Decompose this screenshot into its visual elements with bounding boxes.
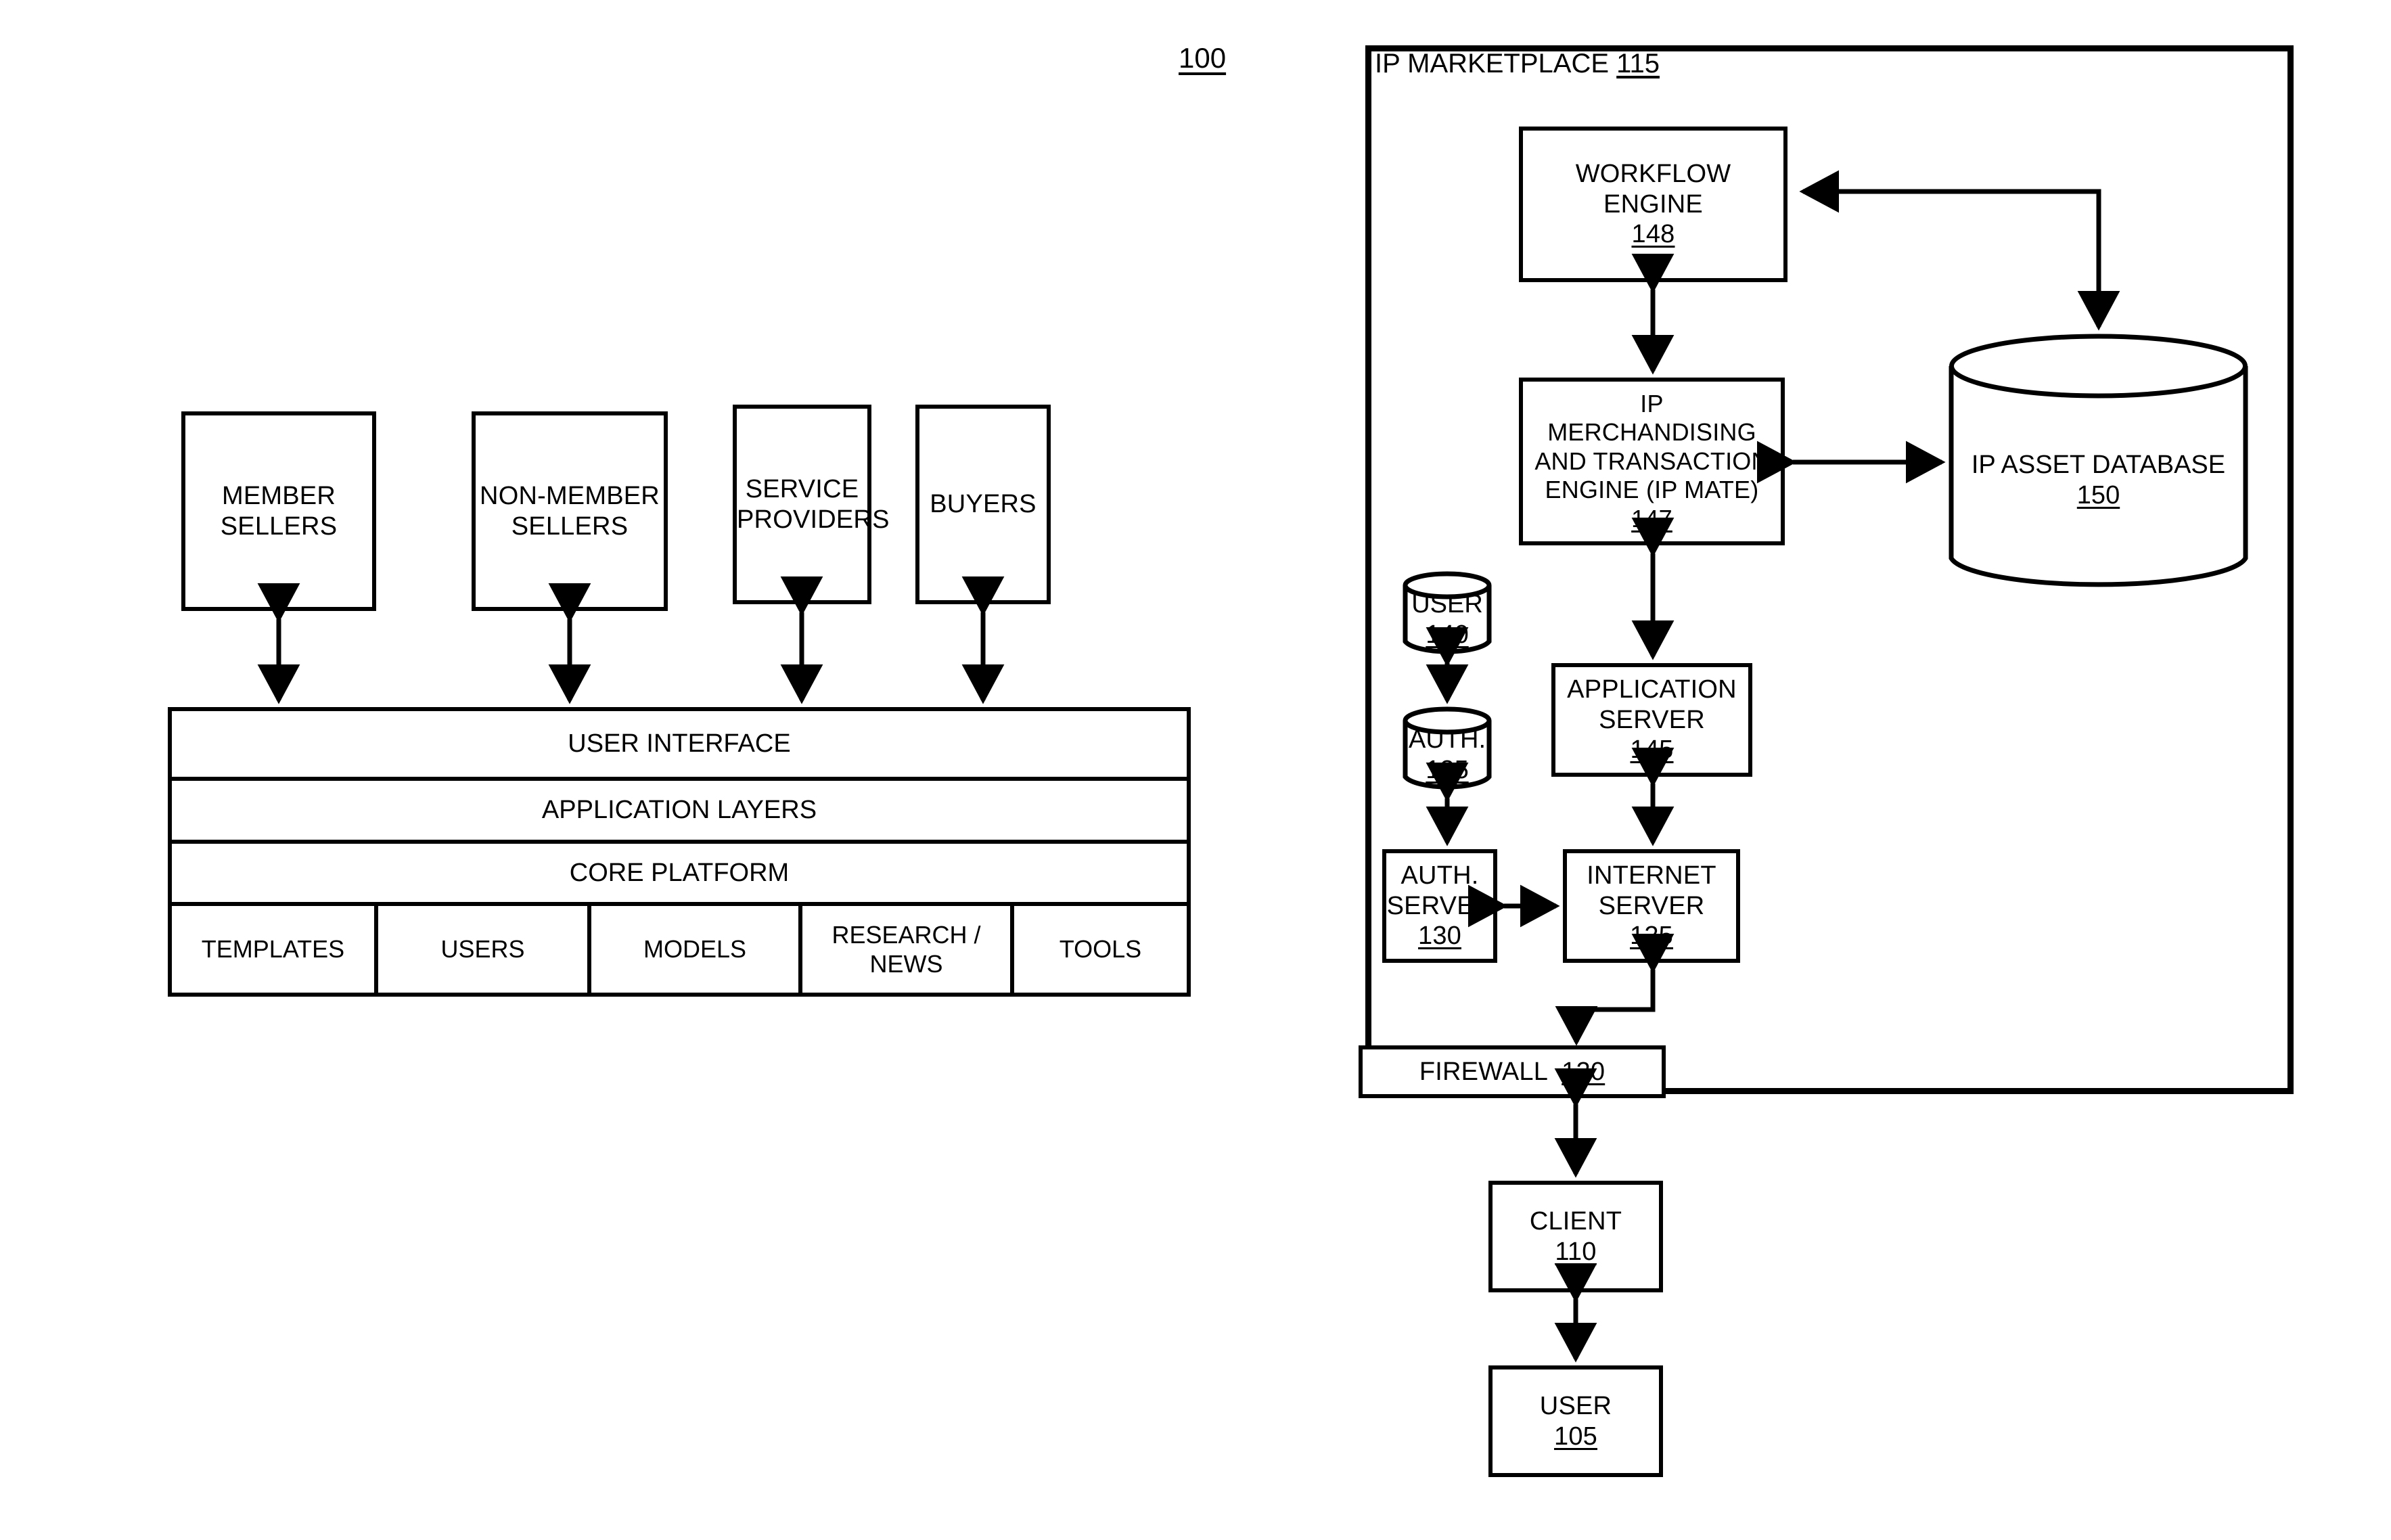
actor-box-buyers: BUYERS bbox=[915, 405, 1051, 604]
node-reference-number: 140 bbox=[1426, 620, 1469, 649]
node-label-line1: APPLICATION bbox=[1567, 675, 1737, 704]
node-label-line1: AUTH. bbox=[1409, 725, 1486, 754]
core-platform-modules: TEMPLATES USERS MODELS RESEARCH / NEWS T… bbox=[172, 906, 1187, 993]
node-label-line1: IP ASSET DATABASE bbox=[1971, 451, 2226, 479]
node-auth-database: AUTH. 135 bbox=[1403, 706, 1492, 792]
stack-row-label: USER INTERFACE bbox=[568, 729, 791, 758]
actor-label-line2: SELLERS bbox=[220, 512, 338, 541]
platform-stack: USER INTERFACE APPLICATION LAYERS CORE P… bbox=[168, 707, 1191, 997]
actor-box-non-member-sellers: NON-MEMBER SELLERS bbox=[472, 411, 668, 611]
stack-row-user-interface: USER INTERFACE bbox=[172, 711, 1187, 781]
actor-label-line2: PROVIDERS bbox=[737, 505, 890, 534]
node-user: USER 105 bbox=[1488, 1365, 1663, 1477]
node-reference-number: 120 bbox=[1562, 1057, 1606, 1086]
module-label-line1: MODELS bbox=[643, 935, 747, 964]
stack-row-core-platform: CORE PLATFORM bbox=[172, 844, 1187, 906]
module-cell-research-news: RESEARCH / NEWS bbox=[802, 906, 1014, 993]
ip-marketplace-title: IP MARKETPLACE 115 bbox=[1375, 49, 1660, 79]
module-cell-models: MODELS bbox=[591, 906, 802, 993]
stack-row-label: APPLICATION LAYERS bbox=[541, 796, 817, 824]
patent-figure-canvas: 100 MEMBER SELLERS NON-MEMBER SELLERS SE… bbox=[0, 0, 2391, 1540]
actor-label-line1: BUYERS bbox=[930, 490, 1037, 519]
ip-marketplace-title-ref: 115 bbox=[1616, 49, 1660, 78]
node-user-database: USER 140 bbox=[1403, 571, 1492, 656]
module-cell-users: USERS bbox=[378, 906, 591, 993]
node-reference-number: 145 bbox=[1630, 735, 1674, 765]
node-label-line1: CLIENT bbox=[1529, 1206, 1622, 1236]
module-label-line1: TEMPLATES bbox=[201, 935, 345, 964]
node-reference-number: 150 bbox=[2076, 480, 2120, 509]
node-firewall: FIREWALL 120 bbox=[1359, 1045, 1666, 1098]
node-label-line2: ENGINE bbox=[1603, 189, 1703, 219]
node-auth-server: AUTH. SERVER 130 bbox=[1382, 849, 1497, 963]
stack-row-label: CORE PLATFORM bbox=[569, 858, 790, 887]
node-reference-number: 135 bbox=[1426, 755, 1469, 784]
node-ip-mate-engine: IP MERCHANDISING AND TRANSACTION ENGINE … bbox=[1519, 378, 1785, 545]
node-client: CLIENT 110 bbox=[1488, 1181, 1663, 1292]
node-reference-number: 105 bbox=[1553, 1422, 1597, 1451]
node-label-line1: AUTH. bbox=[1401, 861, 1479, 890]
node-workflow-engine: WORKFLOW ENGINE 148 bbox=[1519, 127, 1787, 282]
node-label-line1: USER bbox=[1539, 1391, 1612, 1420]
node-label-line2: SERVER bbox=[1386, 891, 1493, 920]
node-ip-asset-database: IP ASSET DATABASE 150 bbox=[1949, 334, 2248, 591]
node-label-line2: SERVER bbox=[1599, 705, 1705, 734]
node-internet-server: INTERNET SERVER 125 bbox=[1563, 849, 1740, 963]
node-label-line2: MERCHANDISING bbox=[1547, 418, 1756, 447]
module-label-line1: USERS bbox=[440, 935, 525, 964]
node-reference-number: 110 bbox=[1555, 1237, 1597, 1266]
module-label-line2: NEWS bbox=[869, 950, 943, 978]
node-reference-number: 130 bbox=[1417, 922, 1461, 951]
node-label-line1: INTERNET bbox=[1587, 861, 1716, 890]
node-label-line1: IP bbox=[1640, 389, 1664, 417]
actor-box-member-sellers: MEMBER SELLERS bbox=[181, 411, 376, 611]
node-label-line1: WORKFLOW bbox=[1575, 159, 1731, 188]
node-label-line2: SERVER bbox=[1598, 891, 1705, 920]
node-reference-number: 148 bbox=[1631, 220, 1675, 249]
actor-label-line1: NON-MEMBER bbox=[480, 481, 660, 510]
node-label-line1: USER bbox=[1411, 590, 1483, 618]
stack-row-application-layers: APPLICATION LAYERS bbox=[172, 781, 1187, 844]
module-label-line1: RESEARCH / bbox=[832, 920, 981, 949]
node-label-line1: FIREWALL bbox=[1419, 1057, 1547, 1086]
node-label-line3: AND TRANSACTION bbox=[1534, 447, 1769, 475]
module-cell-tools: TOOLS bbox=[1014, 906, 1187, 993]
figure-reference-number: 100 bbox=[1179, 42, 1227, 74]
actor-label-line2: SELLERS bbox=[511, 512, 629, 541]
actor-box-service-providers: SERVICE PROVIDERS bbox=[733, 405, 890, 604]
module-cell-templates: TEMPLATES bbox=[172, 906, 378, 993]
node-application-server: APPLICATION SERVER 145 bbox=[1551, 663, 1752, 777]
node-reference-number: 147 bbox=[1631, 504, 1672, 533]
ip-marketplace-title-text: IP MARKETPLACE bbox=[1375, 49, 1610, 78]
node-label-line4: ENGINE (IP MATE) bbox=[1545, 476, 1759, 504]
actor-label-line1: MEMBER bbox=[222, 481, 336, 510]
node-reference-number: 125 bbox=[1629, 922, 1673, 951]
actor-label-line1: SERVICE bbox=[745, 474, 859, 503]
module-label-line1: TOOLS bbox=[1059, 935, 1142, 964]
